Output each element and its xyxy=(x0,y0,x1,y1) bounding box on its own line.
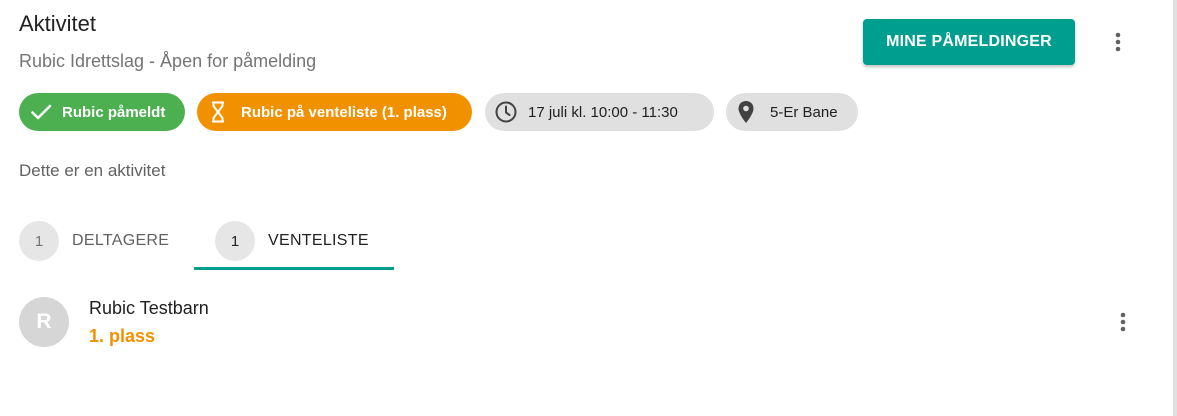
chip-time: 17 juli kl. 10:00 - 11:30 xyxy=(485,93,714,131)
tab-label: VENTELISTE xyxy=(268,232,369,249)
tab-count-badge: 1 xyxy=(19,221,59,261)
tab-venteliste[interactable]: 1 VENTELISTE xyxy=(215,221,369,261)
avatar: R xyxy=(19,297,69,347)
page-title: Aktivitet xyxy=(19,11,97,36)
active-tab-indicator xyxy=(194,267,394,270)
waitlist-row: R Rubic Testbarn 1. plass xyxy=(19,297,1139,349)
chip-registered: Rubic påmeldt xyxy=(19,93,185,131)
hourglass-icon xyxy=(210,100,226,124)
tab-deltagere[interactable]: 1 DELTAGERE xyxy=(19,221,169,261)
clock-icon xyxy=(494,100,518,124)
chip-waitlist-label: Rubic på venteliste (1. plass) xyxy=(241,103,447,121)
chip-location-label: 5-Er Bane xyxy=(770,103,838,121)
page-right-border xyxy=(1173,0,1177,416)
chip-waitlist: Rubic på venteliste (1. plass) xyxy=(197,93,472,131)
activity-description: Dette er en aktivitet xyxy=(19,161,166,180)
mine-pameldinger-button[interactable]: MINE PÅMELDINGER xyxy=(863,19,1075,65)
row-more-menu-button[interactable] xyxy=(1111,310,1135,334)
header-more-menu-button[interactable] xyxy=(1106,30,1130,54)
chip-location: 5-Er Bane xyxy=(726,93,858,131)
chip-time-label: 17 juli kl. 10:00 - 11:30 xyxy=(528,103,678,121)
check-icon xyxy=(29,100,53,124)
tab-label: DELTAGERE xyxy=(72,232,170,249)
waitlist-position: 1. plass xyxy=(89,326,156,346)
tab-count-badge: 1 xyxy=(215,221,255,261)
participant-name: Rubic Testbarn xyxy=(89,298,209,318)
location-pin-icon xyxy=(736,100,756,124)
chip-registered-label: Rubic påmeldt xyxy=(62,103,166,121)
more-vert-icon xyxy=(1120,312,1126,332)
page-subtitle: Rubic Idrettslag - Åpen for påmelding xyxy=(19,51,317,71)
more-vert-icon xyxy=(1115,32,1121,52)
